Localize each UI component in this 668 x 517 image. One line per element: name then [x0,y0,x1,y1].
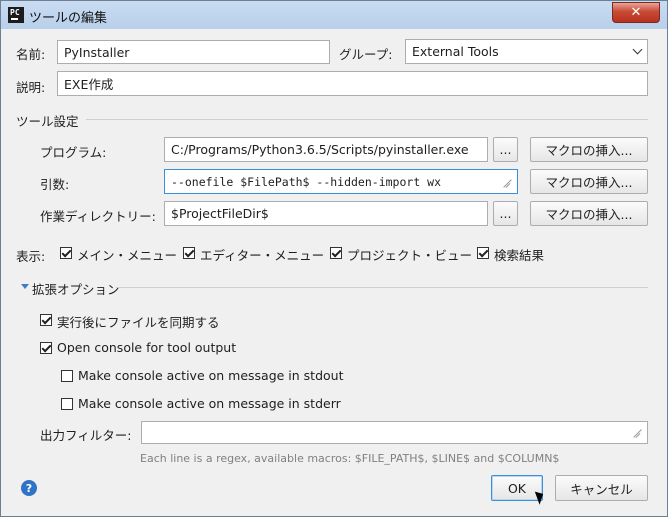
ok-button[interactable]: OK [491,475,543,501]
output-filters-hint: Each line is a regex, available macros: … [140,452,560,465]
expand-icon[interactable] [502,178,513,189]
collapse-triangle-icon[interactable] [21,284,29,289]
group-select[interactable]: External Tools [405,39,648,64]
help-icon[interactable]: ? [21,480,37,496]
close-button[interactable]: ✕ [612,2,660,23]
active-stdout-checkbox[interactable] [61,370,73,382]
arguments-label: 引数: [40,177,70,192]
sync-after-checkbox[interactable] [40,314,52,326]
open-console-checkbox[interactable] [40,342,52,354]
active-stderr-checkbox[interactable] [61,398,73,410]
main-menu-checkbox[interactable] [60,247,72,259]
window-title: ツールの編集 [29,11,108,26]
program-input[interactable]: C:/Programs/Python3.6.5/Scripts/pyinstal… [164,137,488,162]
project-view-checkbox[interactable] [330,247,342,259]
output-filters-label: 出力フィルター: [40,428,132,443]
editor-menu-checkbox[interactable] [183,247,195,259]
name-label: 名前: [16,47,46,62]
cancel-button[interactable]: キャンセル [555,475,648,501]
program-browse-button[interactable]: ... [493,137,518,162]
chevron-down-icon [632,44,643,55]
workdir-input[interactable]: $ProjectFileDir$ [164,201,488,226]
arguments-insert-macro-button[interactable]: マクロの挿入... [530,169,648,194]
description-label: 説明: [16,80,46,95]
mouse-cursor-icon [534,489,547,505]
pycharm-app-icon: PC [8,7,24,23]
workdir-insert-macro-button[interactable]: マクロの挿入... [530,201,648,226]
description-input[interactable]: EXE作成 [57,71,648,96]
display-label: 表示: [16,249,46,264]
edit-tool-dialog: PC ツールの編集 ✕ 名前: PyInstaller グループ: Extern… [0,0,668,517]
output-filters-input[interactable] [141,421,648,444]
expand-icon[interactable] [632,428,643,439]
workdir-browse-button[interactable]: ... [493,201,518,226]
arguments-input[interactable]: --onefile $FilePath$ --hidden-import wx [164,169,518,194]
name-input[interactable]: PyInstaller [57,40,330,64]
program-insert-macro-button[interactable]: マクロの挿入... [530,137,648,162]
workdir-label: 作業ディレクトリー: [40,209,156,224]
search-results-checkbox[interactable] [477,247,489,259]
section-divider [116,287,648,288]
title-bar[interactable]: PC ツールの編集 ✕ [1,1,667,29]
dialog-content: 名前: PyInstaller グループ: External Tools 説明:… [9,29,659,507]
close-icon: ✕ [630,5,642,20]
program-label: プログラム: [40,145,107,160]
section-divider [86,119,648,120]
advanced-section-title[interactable]: 拡張オプション [32,279,120,298]
tool-settings-section-title: ツール設定 [16,114,79,129]
group-label: グループ: [339,47,393,62]
